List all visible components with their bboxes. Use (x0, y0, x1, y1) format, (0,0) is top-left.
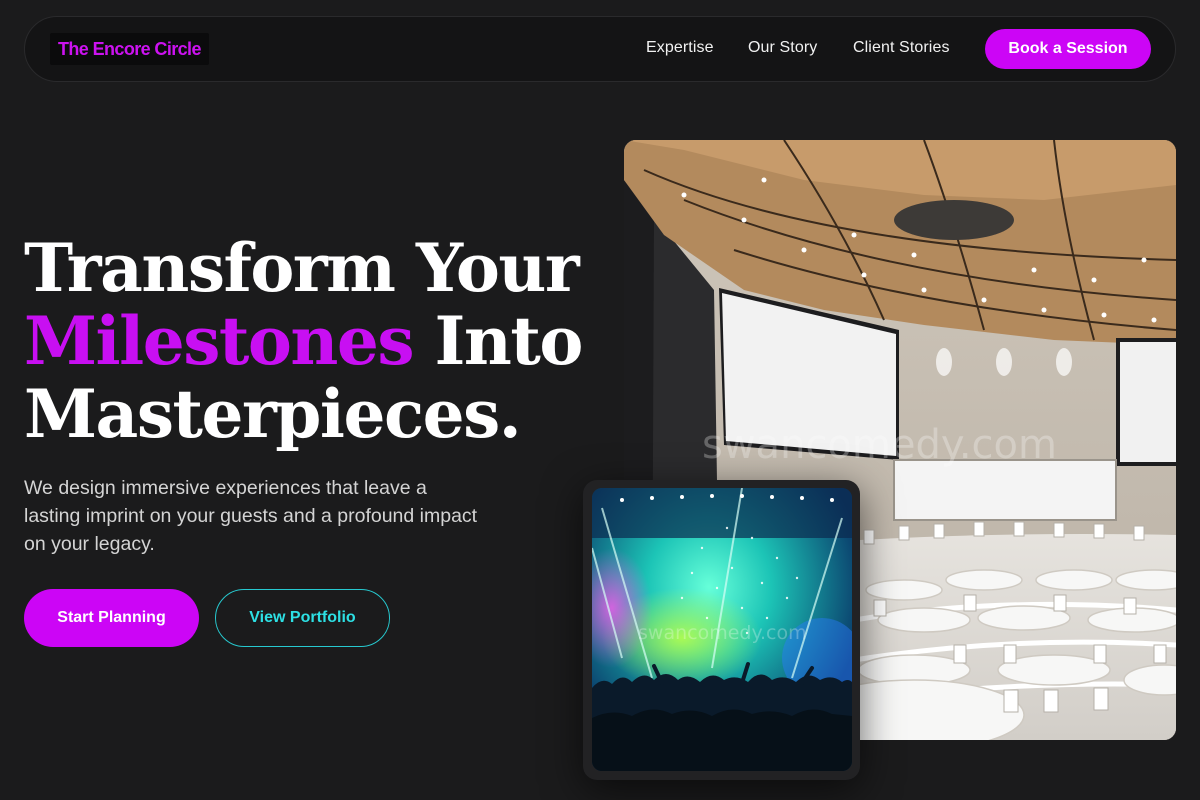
book-session-button[interactable]: Book a Session (985, 29, 1151, 69)
hero-headline: Transform Your Milestones Into Masterpie… (24, 232, 604, 451)
headline-line-3: Masterpieces. (24, 375, 522, 453)
start-planning-button[interactable]: Start Planning (24, 589, 199, 647)
view-portfolio-button[interactable]: View Portfolio (215, 589, 390, 647)
concert-image: swancomedy.com (592, 488, 852, 771)
headline-line-1: Transform Your (24, 229, 580, 307)
headline-line-2-rest: Into (413, 302, 583, 380)
headline-accent-word: Milestones (24, 302, 415, 380)
top-navbar: The Encore Circle Expertise Our Story Cl… (24, 16, 1176, 82)
nav-link-expertise[interactable]: Expertise (646, 39, 714, 57)
nav-link-our-story[interactable]: Our Story (748, 39, 817, 57)
page: The Encore Circle Expertise Our Story Cl… (0, 0, 1200, 800)
brand-logo[interactable]: The Encore Circle (50, 33, 209, 65)
hero-subtext: We design immersive experiences that lea… (24, 477, 478, 555)
nav-link-client-stories[interactable]: Client Stories (853, 39, 950, 57)
concert-illustration (592, 488, 852, 771)
